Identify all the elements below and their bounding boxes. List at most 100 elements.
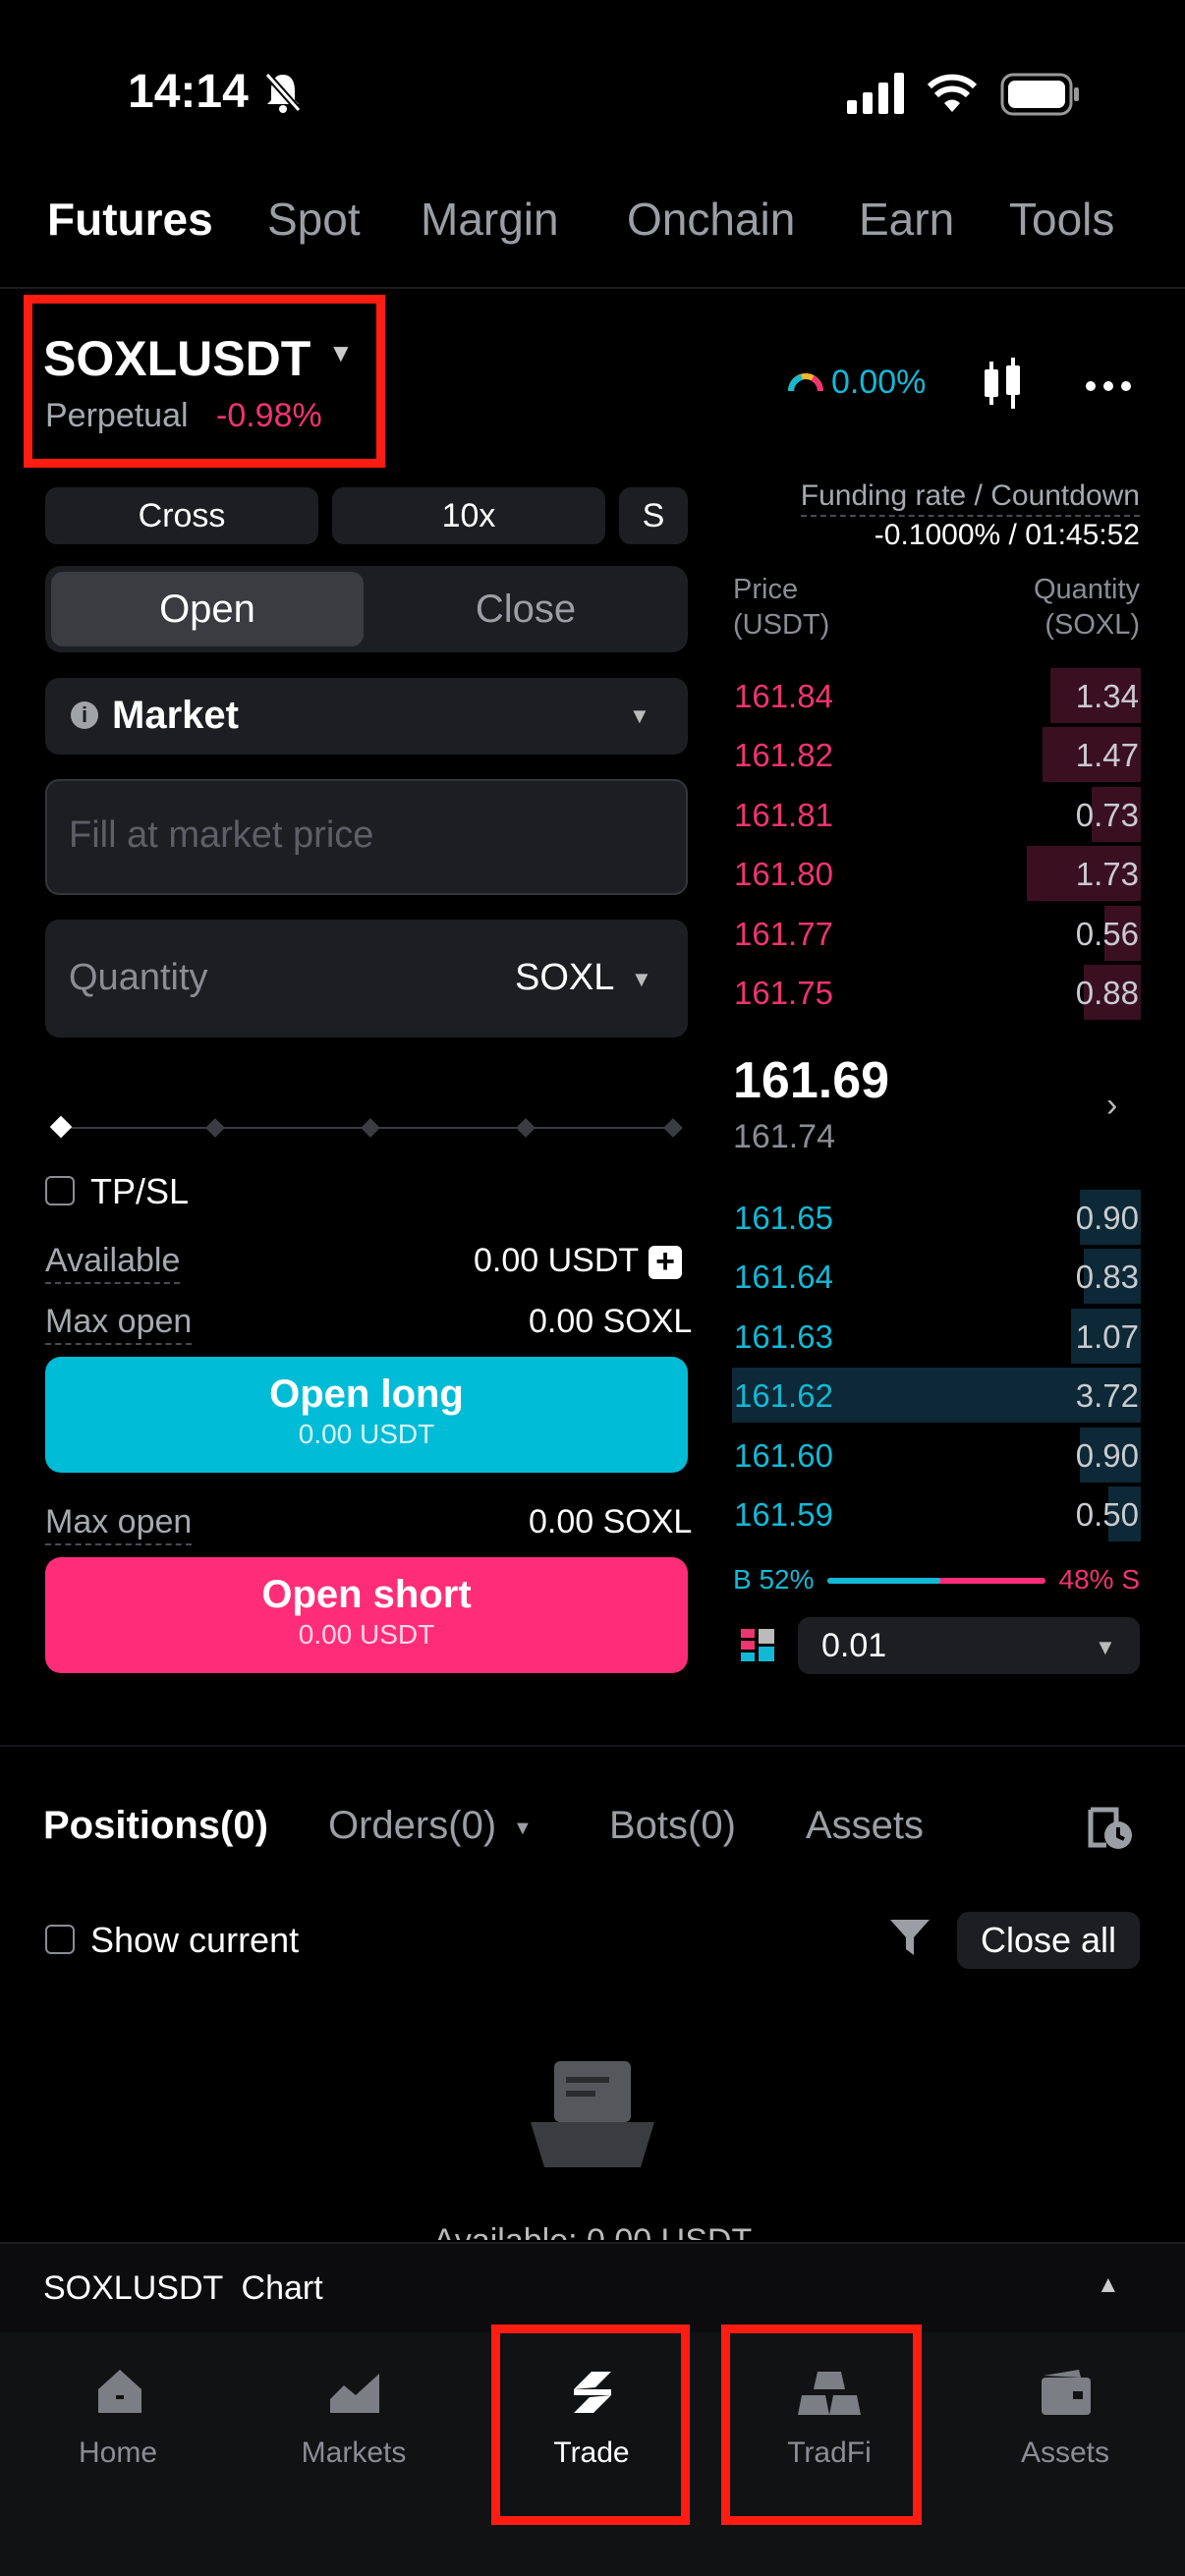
empty-available-text: Available: 0.00 USDT bbox=[0, 2222, 1185, 2240]
price-header: Price (USDT) bbox=[733, 574, 830, 641]
bell-muted-icon bbox=[263, 71, 303, 119]
info-icon: i bbox=[71, 701, 98, 729]
candlestick-icon[interactable] bbox=[979, 356, 1026, 416]
margin-mode-button[interactable]: Cross bbox=[45, 487, 318, 544]
tab-margin[interactable]: Margin bbox=[421, 193, 559, 246]
nav-markets[interactable]: Markets bbox=[255, 2436, 452, 2470]
quantity-input[interactable]: Quantity SOXL ▼ bbox=[45, 920, 688, 1037]
nav-home[interactable]: Home bbox=[20, 2436, 216, 2470]
order-type-select[interactable]: i Market ▼ bbox=[45, 678, 688, 755]
leverage-button[interactable]: 10x bbox=[332, 487, 605, 544]
chart-bar[interactable]: SOXLUSDT Chart ▲ bbox=[0, 2242, 1185, 2334]
divider bbox=[0, 287, 1185, 289]
bid-row[interactable]: 161.63 1.07 bbox=[732, 1308, 1141, 1364]
ask-row[interactable]: 161.75 0.88 bbox=[732, 965, 1141, 1020]
divider bbox=[0, 1745, 1185, 1747]
tab-assets[interactable]: Assets bbox=[806, 1804, 924, 1848]
precision-chevron-icon: ▼ bbox=[1095, 1635, 1116, 1659]
highlight-trade bbox=[491, 2324, 690, 2525]
show-current-checkbox[interactable] bbox=[45, 1925, 75, 1954]
nav-assets-icon bbox=[1040, 2368, 1093, 2422]
highlight-symbol bbox=[24, 295, 385, 468]
quantity-unit[interactable]: SOXL bbox=[515, 957, 614, 999]
ask-quantity: 0.73 bbox=[1075, 796, 1139, 833]
ask-row[interactable]: 161.84 1.34 bbox=[732, 668, 1141, 723]
ask-quantity: 0.56 bbox=[1075, 915, 1139, 952]
ask-row[interactable]: 161.81 0.73 bbox=[732, 786, 1141, 842]
filter-icon[interactable] bbox=[888, 1918, 931, 1962]
ask-quantity: 1.34 bbox=[1075, 678, 1139, 714]
close-all-button[interactable]: Close all bbox=[957, 1912, 1140, 1969]
order-type-label: Market bbox=[112, 694, 239, 737]
bid-row[interactable]: 161.59 0.50 bbox=[732, 1486, 1141, 1541]
available-value: 0.00 USDT bbox=[474, 1242, 640, 1279]
tab-onchain[interactable]: Onchain bbox=[627, 193, 795, 246]
bid-row[interactable]: 161.65 0.90 bbox=[732, 1190, 1141, 1245]
bid-price: 161.62 bbox=[734, 1377, 833, 1415]
max-open-short-value: 0.00 SOXL bbox=[529, 1503, 693, 1540]
bid-row[interactable]: 161.60 0.90 bbox=[732, 1427, 1141, 1483]
ask-price: 161.75 bbox=[734, 975, 833, 1011]
bid-row[interactable]: 161.64 0.83 bbox=[732, 1249, 1141, 1305]
unit-chevron-icon: ▼ bbox=[631, 967, 652, 991]
price-placeholder: Fill at market price bbox=[69, 814, 374, 856]
ask-price: 161.82 bbox=[734, 737, 833, 774]
nav-assets[interactable]: Assets bbox=[967, 2436, 1163, 2470]
precision-value: 0.01 bbox=[821, 1627, 887, 1664]
bid-quantity: 0.90 bbox=[1075, 1200, 1139, 1236]
ask-row[interactable]: 161.80 1.73 bbox=[732, 846, 1141, 902]
quantity-slider[interactable] bbox=[49, 1115, 683, 1139]
sell-ratio-label: 48% S bbox=[1058, 1564, 1141, 1595]
ask-price: 161.81 bbox=[734, 796, 833, 833]
max-open-long-label: Max open bbox=[45, 1303, 193, 1345]
funding-label[interactable]: Funding rate / Countdown bbox=[800, 479, 1140, 517]
open-short-sub: 0.00 USDT bbox=[298, 1619, 435, 1650]
transfer-plus-icon[interactable]: + bbox=[649, 1245, 682, 1279]
ask-row[interactable]: 161.82 1.47 bbox=[732, 727, 1141, 783]
signal-icon bbox=[847, 73, 906, 119]
tab-tools[interactable]: Tools bbox=[1009, 193, 1114, 246]
precision-select[interactable]: 0.01 ▼ bbox=[798, 1617, 1140, 1674]
tab-bots[interactable]: Bots(0) bbox=[609, 1804, 736, 1848]
last-price: 161.69 bbox=[733, 1052, 890, 1109]
bid-price: 161.65 bbox=[734, 1200, 833, 1236]
tab-orders[interactable]: Orders(0) bbox=[328, 1804, 496, 1848]
nav-home-icon bbox=[94, 2368, 145, 2420]
ratio-bar-buy bbox=[827, 1578, 941, 1584]
funding-value: -0.1000% / 01:45:52 bbox=[874, 519, 1140, 551]
ask-price: 161.77 bbox=[734, 915, 833, 952]
bid-row[interactable]: 161.62 3.72 bbox=[732, 1368, 1141, 1424]
status-time: 14:14 bbox=[128, 66, 249, 118]
tab-open[interactable]: Open bbox=[51, 572, 364, 646]
tab-close[interactable]: Close bbox=[369, 572, 682, 646]
ask-quantity: 0.88 bbox=[1075, 975, 1139, 1011]
open-short-button[interactable]: Open short 0.00 USDT bbox=[45, 1557, 688, 1673]
qty-header: Quantity (SOXL) bbox=[1034, 574, 1140, 641]
bid-quantity: 0.83 bbox=[1075, 1259, 1139, 1296]
history-icon[interactable] bbox=[1085, 1802, 1136, 1858]
chevron-right-icon[interactable]: › bbox=[1106, 1087, 1117, 1125]
position-mode-button[interactable]: S bbox=[619, 487, 688, 544]
slider-handle[interactable] bbox=[49, 1115, 73, 1139]
tab-spot[interactable]: Spot bbox=[267, 193, 361, 246]
tab-earn[interactable]: Earn bbox=[859, 193, 954, 246]
tab-futures[interactable]: Futures bbox=[47, 193, 213, 246]
max-open-long-value: 0.00 SOXL bbox=[529, 1303, 693, 1340]
tpsl-checkbox[interactable] bbox=[45, 1176, 75, 1205]
open-long-button[interactable]: Open long 0.00 USDT bbox=[45, 1357, 688, 1473]
depth-layout-icon[interactable] bbox=[741, 1629, 774, 1667]
bid-price: 161.64 bbox=[734, 1259, 833, 1296]
bid-quantity: 3.72 bbox=[1075, 1377, 1139, 1415]
empty-state-icon bbox=[529, 2061, 656, 2174]
buy-ratio-label: B 52% bbox=[733, 1564, 815, 1595]
ask-quantity: 1.73 bbox=[1075, 856, 1139, 893]
ask-quantity: 1.47 bbox=[1075, 737, 1139, 774]
tab-positions[interactable]: Positions(0) bbox=[43, 1804, 268, 1848]
chevron-up-icon: ▲ bbox=[1097, 2271, 1120, 2298]
chevron-down-icon: ▼ bbox=[629, 703, 650, 728]
ask-row[interactable]: 161.77 0.56 bbox=[732, 905, 1141, 961]
gauge-icon bbox=[786, 365, 825, 400]
more-icon[interactable] bbox=[1085, 379, 1132, 397]
top-tabs: Futures Spot Margin Onchain Earn Tools bbox=[0, 193, 1185, 252]
price-input[interactable]: Fill at market price bbox=[45, 779, 688, 895]
